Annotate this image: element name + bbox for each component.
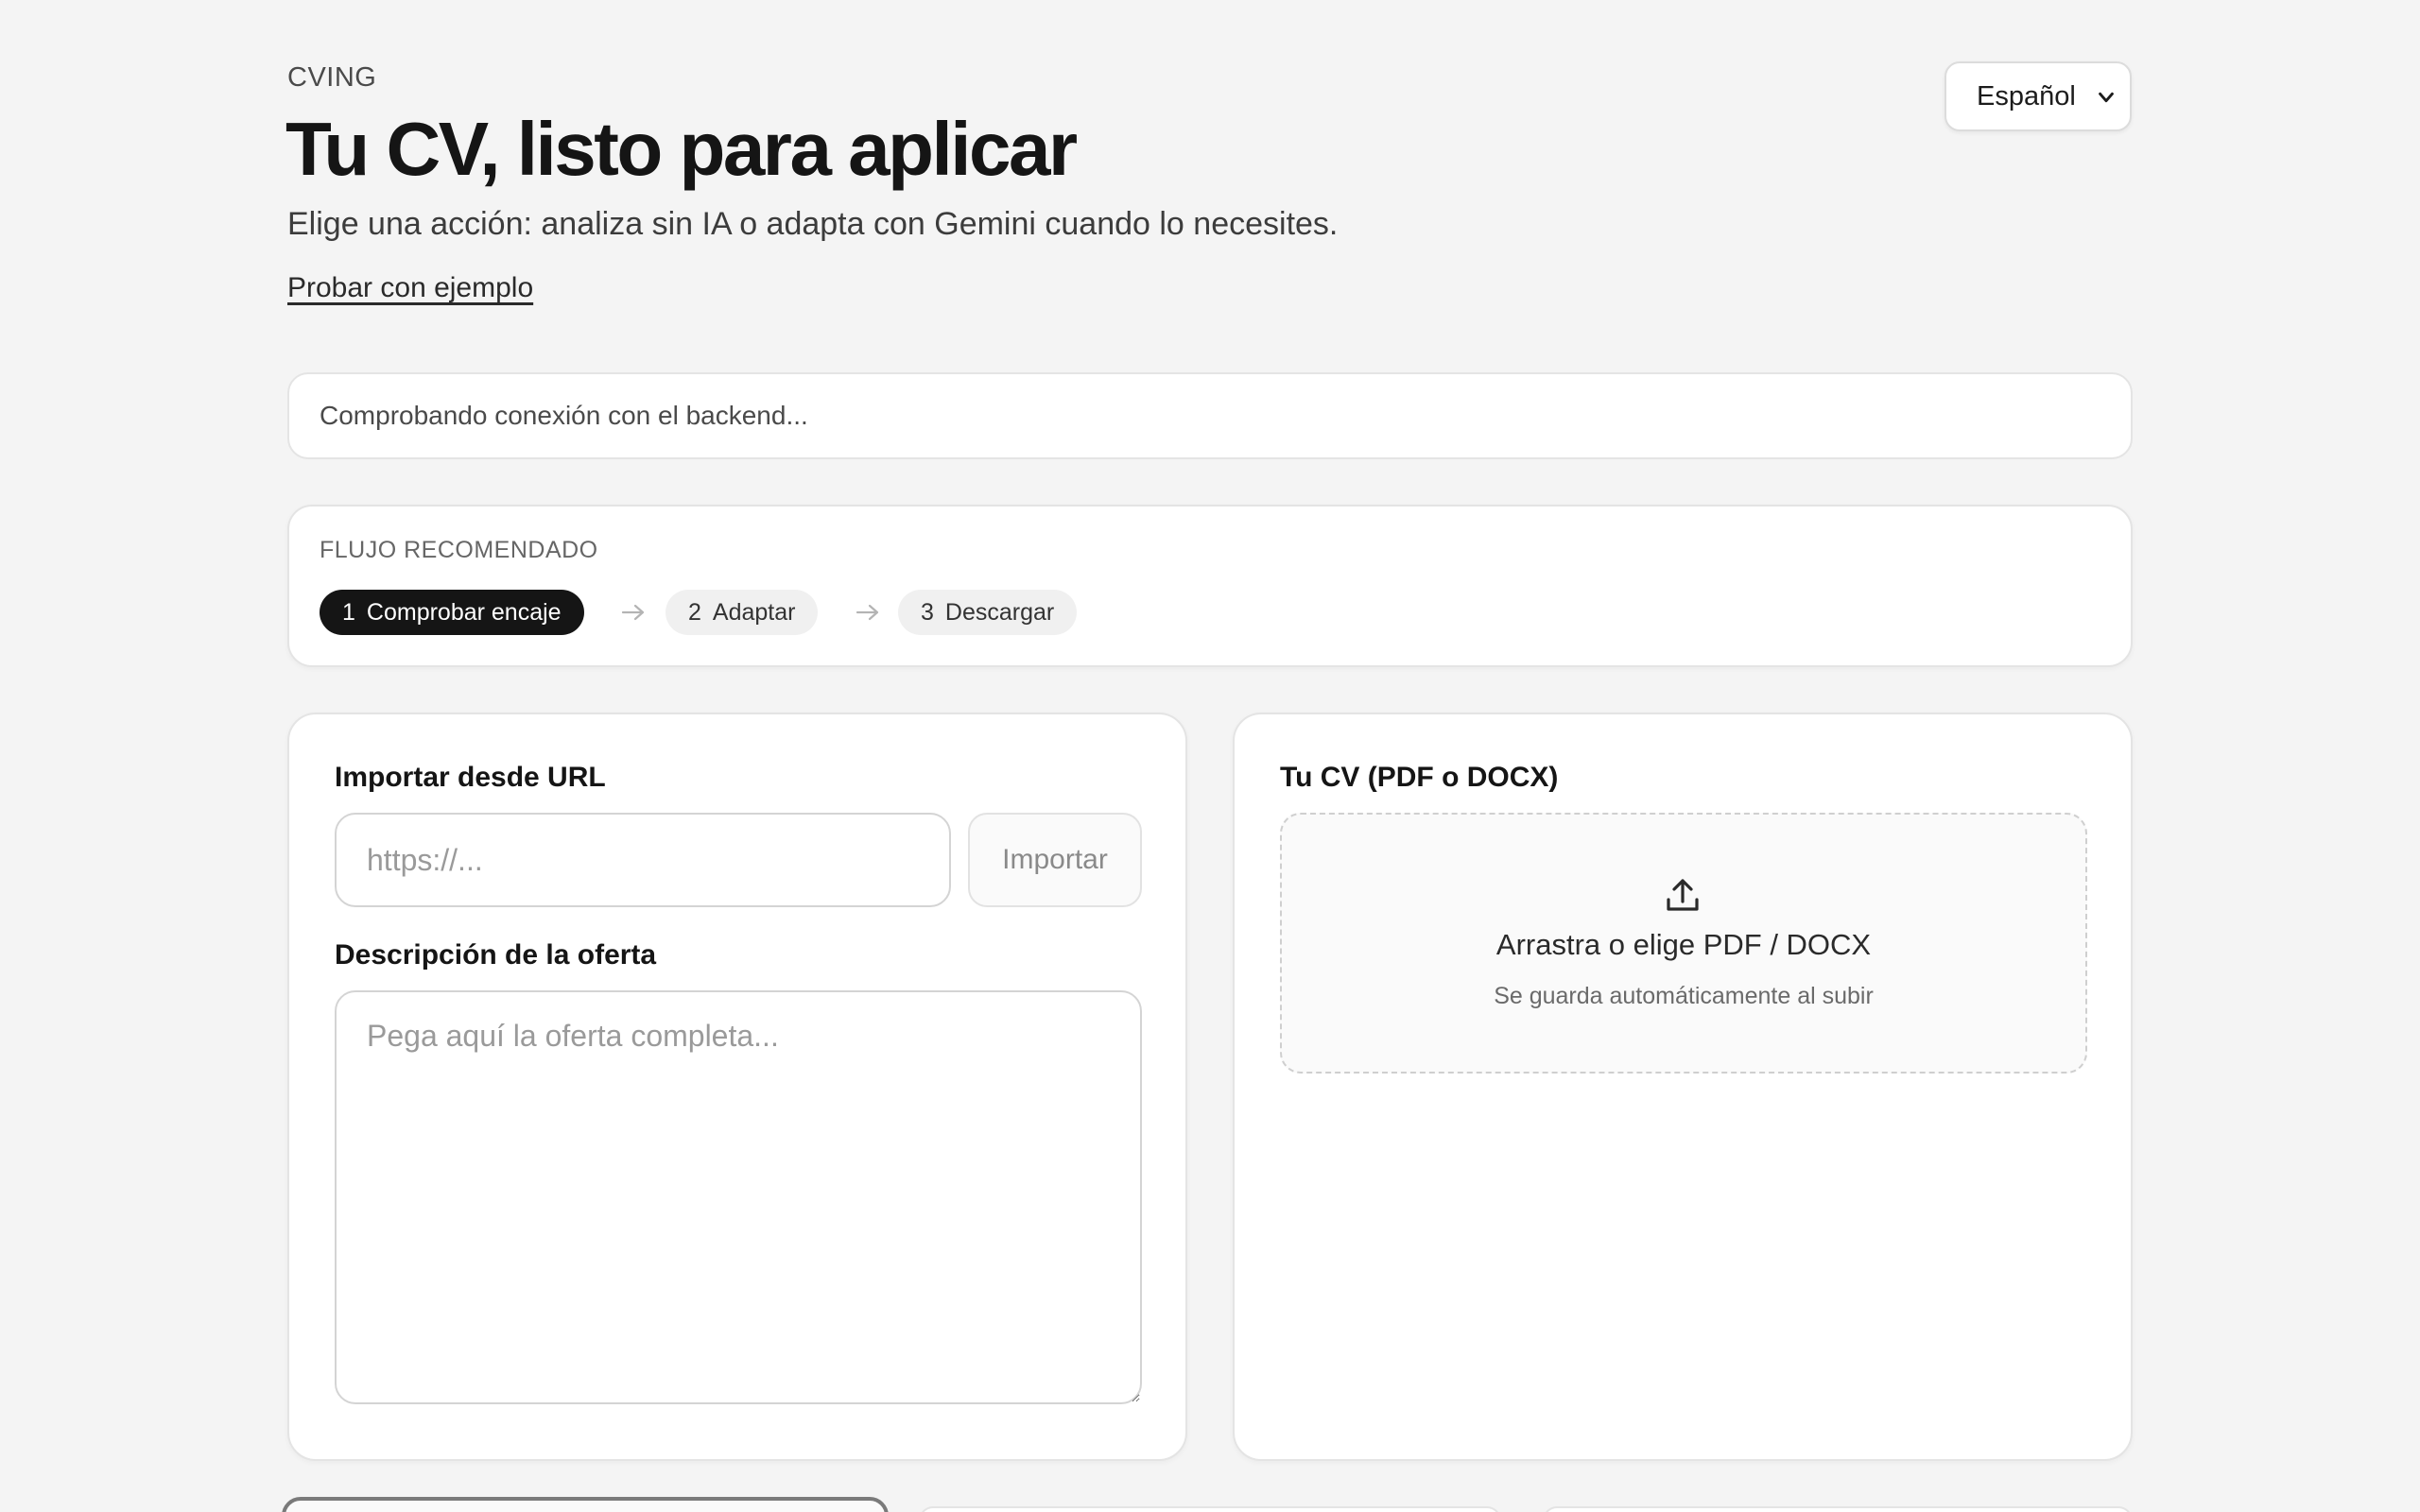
upload-icon: [1667, 879, 1699, 911]
flow-heading: FLUJO RECOMENDADO: [320, 537, 598, 563]
arrow-right-icon: [621, 604, 645, 621]
recommended-flow-card: FLUJO RECOMENDADO 1 Comprobar encaje 2 A…: [287, 505, 2133, 667]
brand-name: CVING: [287, 62, 377, 93]
dropzone-subtitle: Se guarda automáticamente al subir: [1494, 983, 1874, 1009]
offer-description-label: Descripción de la oferta: [335, 939, 657, 971]
app-page: CVING Tu CV, listo para aplicar Elige un…: [0, 0, 2420, 1512]
flow-step-adapt[interactable]: 2 Adaptar: [666, 590, 819, 635]
language-select[interactable]: Español: [1945, 61, 2132, 131]
arrow-right-icon: [856, 604, 879, 621]
backend-status-text: Comprobando conexión con el backend...: [320, 401, 808, 430]
flow-step-download[interactable]: 3 Descargar: [898, 590, 1078, 635]
backend-status-banner: Comprobando conexión con el backend...: [287, 372, 2133, 459]
language-selected-value: Español: [1977, 80, 2076, 112]
import-button[interactable]: Importar: [968, 813, 1142, 907]
url-input[interactable]: [335, 813, 951, 907]
result-card-partial: [919, 1506, 1501, 1512]
chevron-down-icon: [2099, 92, 2114, 103]
cv-upload-panel: Tu CV (PDF o DOCX) Arrastra o elige PDF …: [1233, 713, 2133, 1461]
cv-upload-label: Tu CV (PDF o DOCX): [1280, 762, 1559, 793]
step-label: Comprobar encaje: [366, 598, 562, 626]
job-offer-panel: Importar desde URL Importar Descripción …: [287, 713, 1187, 1461]
primary-action-button-partial[interactable]: [282, 1497, 889, 1512]
dropzone-title: Arrastra o elige PDF / DOCX: [1495, 928, 1872, 961]
step-number: 2: [688, 598, 701, 626]
step-number: 3: [921, 598, 934, 626]
step-label: Adaptar: [712, 598, 796, 626]
page-title: Tu CV, listo para aplicar: [285, 107, 1078, 191]
step-number: 1: [342, 598, 355, 626]
step-label: Descargar: [944, 598, 1055, 626]
cv-dropzone[interactable]: Arrastra o elige PDF / DOCX Se guarda au…: [1280, 813, 2087, 1074]
flow-step-check-fit[interactable]: 1 Comprobar encaje: [320, 590, 584, 635]
try-example-link[interactable]: Probar con ejemplo: [287, 272, 533, 304]
result-card-partial: [1543, 1506, 2133, 1512]
offer-description-textarea[interactable]: [335, 990, 1142, 1404]
url-import-label: Importar desde URL: [335, 762, 606, 793]
page-subtitle: Elige una acción: analiza sin IA o adapt…: [287, 206, 1339, 242]
